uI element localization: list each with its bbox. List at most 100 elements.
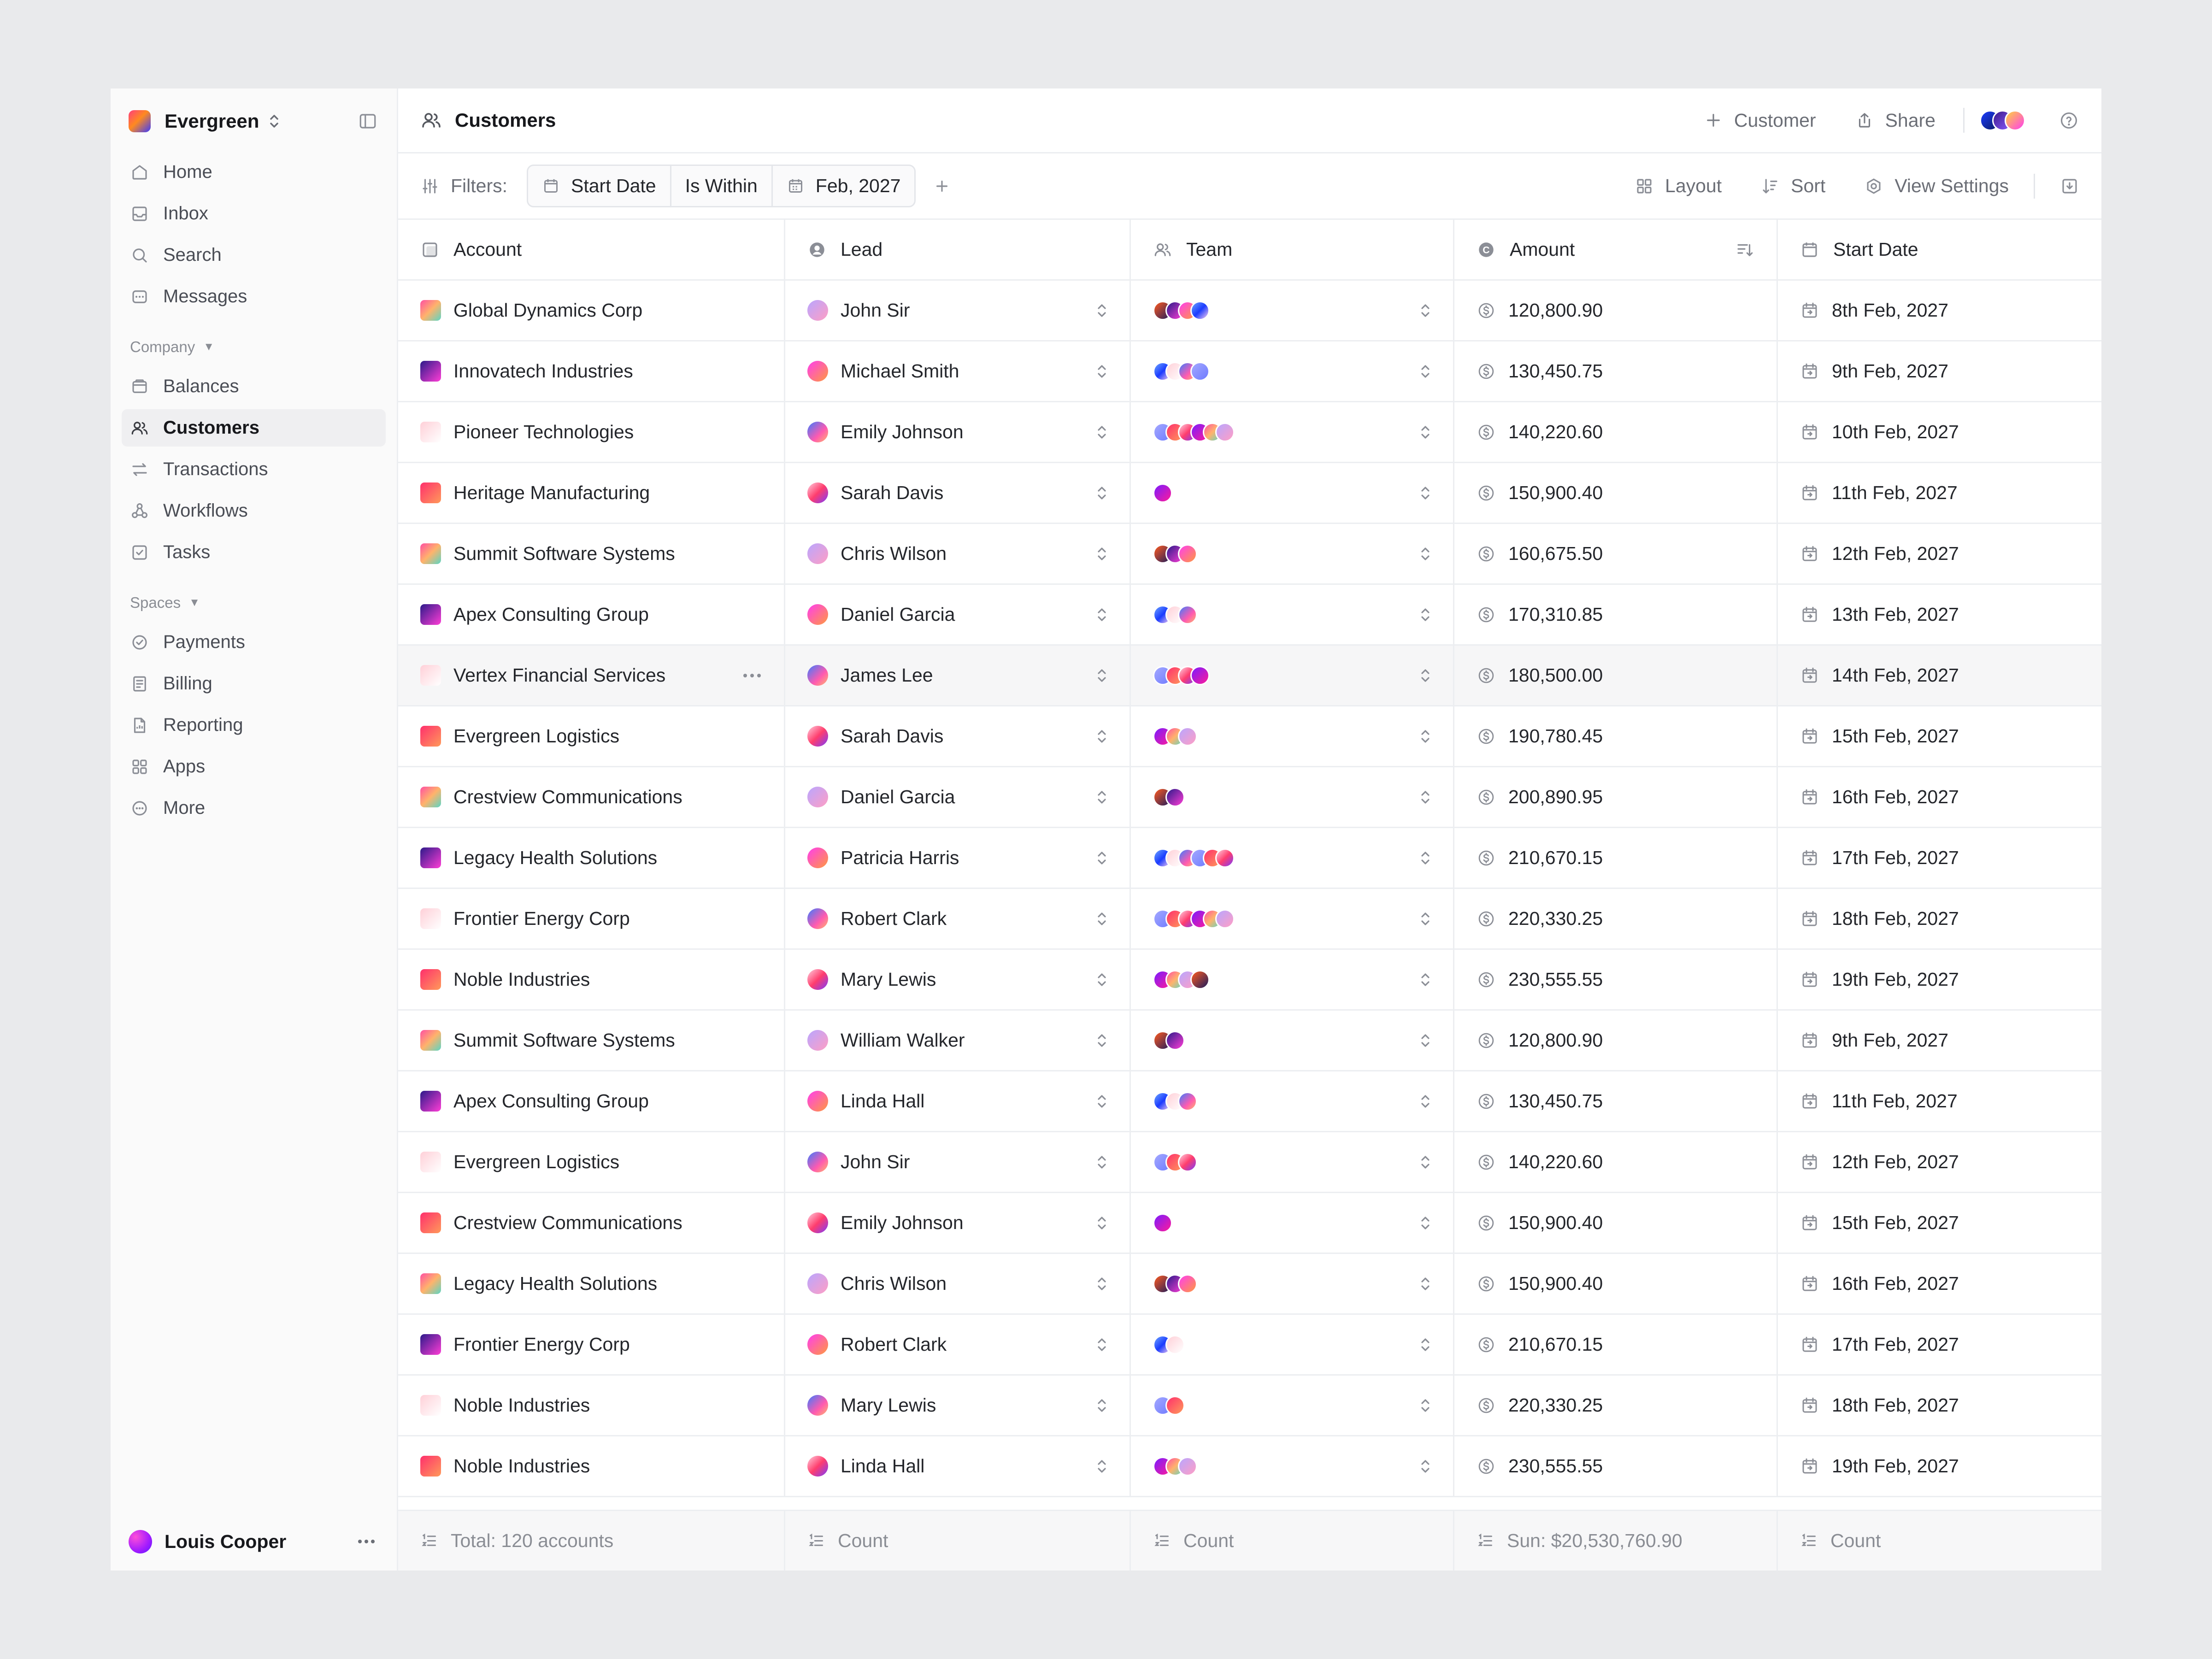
chevron-updown-icon[interactable] [1095, 1153, 1109, 1172]
table-row[interactable]: Noble Industries Mary Lewis 230,555.55 1… [398, 950, 2101, 1011]
chevron-updown-icon[interactable] [1095, 605, 1109, 624]
table-row[interactable]: Summit Software Systems Chris Wilson 160… [398, 524, 2101, 585]
column-header-team[interactable]: Team [1131, 220, 1454, 279]
chevron-updown-icon[interactable] [1418, 1274, 1432, 1294]
sidebar-item-payments[interactable]: Payments [122, 624, 386, 661]
cell-account[interactable]: Legacy Health Solutions [398, 828, 785, 888]
cell-team[interactable] [1131, 1071, 1454, 1131]
cell-team[interactable] [1131, 1011, 1454, 1070]
table-row[interactable]: Heritage Manufacturing Sarah Davis 150,9… [398, 463, 2101, 524]
plus-icon[interactable] [932, 176, 952, 196]
cell-account[interactable]: Noble Industries [398, 950, 785, 1009]
table-row[interactable]: Frontier Energy Corp Robert Clark 210,67… [398, 1315, 2101, 1376]
chevron-updown-icon[interactable] [1418, 483, 1432, 503]
cell-lead[interactable]: James Lee [785, 646, 1131, 705]
cell-team[interactable] [1131, 463, 1454, 523]
cell-lead[interactable]: John Sir [785, 281, 1131, 340]
cell-team[interactable] [1131, 889, 1454, 948]
cell-lead[interactable]: Chris Wilson [785, 524, 1131, 583]
chevron-updown-icon[interactable] [1418, 605, 1432, 624]
cell-account[interactable]: Frontier Energy Corp [398, 1315, 785, 1374]
cell-lead[interactable]: Mary Lewis [785, 1376, 1131, 1435]
more-horizontal-icon[interactable] [355, 1532, 377, 1551]
cell-account[interactable]: Noble Industries [398, 1436, 785, 1496]
cell-account[interactable]: Crestview Communications [398, 767, 785, 827]
table-row[interactable]: Global Dynamics Corp John Sir 120,800.90… [398, 281, 2101, 341]
chevron-updown-icon[interactable] [1418, 970, 1432, 989]
cell-team[interactable] [1131, 1315, 1454, 1374]
share-button[interactable]: Share [1855, 110, 1936, 131]
cell-account[interactable]: Vertex Financial Services [398, 646, 785, 705]
table-row[interactable]: Frontier Energy Corp Robert Clark 220,33… [398, 889, 2101, 950]
cell-team[interactable] [1131, 1376, 1454, 1435]
chevron-updown-icon[interactable] [1095, 848, 1109, 868]
cell-team[interactable] [1131, 828, 1454, 888]
cell-team[interactable] [1131, 585, 1454, 644]
cell-team[interactable] [1131, 281, 1454, 340]
add-customer-button[interactable]: Customer [1704, 110, 1816, 131]
chevron-updown-icon[interactable] [1095, 1031, 1109, 1050]
filter-field[interactable]: Start Date [528, 166, 670, 206]
chevron-updown-icon[interactable] [1095, 1213, 1109, 1233]
cell-lead[interactable]: Patricia Harris [785, 828, 1131, 888]
table-row[interactable]: Noble Industries Linda Hall 230,555.55 1… [398, 1436, 2101, 1497]
table-row[interactable]: Crestview Communications Emily Johnson 1… [398, 1193, 2101, 1254]
cell-team[interactable] [1131, 767, 1454, 827]
sidebar-item-billing[interactable]: Billing [122, 665, 386, 702]
sidebar-item-customers[interactable]: Customers [122, 409, 386, 447]
table-row[interactable]: Innovatech Industries Michael Smith 130,… [398, 341, 2101, 402]
cell-account[interactable]: Apex Consulting Group [398, 585, 785, 644]
column-header-amount[interactable]: C Amount [1454, 220, 1778, 279]
chevron-updown-icon[interactable] [1418, 544, 1432, 564]
cell-account[interactable]: Apex Consulting Group [398, 1071, 785, 1131]
chevron-updown-icon[interactable] [1095, 970, 1109, 989]
chevron-updown-icon[interactable] [1095, 301, 1109, 320]
cell-account[interactable]: Crestview Communications [398, 1193, 785, 1253]
chevron-updown-icon[interactable] [1418, 1092, 1432, 1111]
cell-lead[interactable]: Michael Smith [785, 341, 1131, 401]
chevron-updown-icon[interactable] [1095, 1092, 1109, 1111]
cell-lead[interactable]: Chris Wilson [785, 1254, 1131, 1313]
help-icon[interactable] [2059, 110, 2079, 131]
cell-account[interactable]: Legacy Health Solutions [398, 1254, 785, 1313]
cell-team[interactable] [1131, 524, 1454, 583]
table-row[interactable]: Apex Consulting Group Daniel Garcia 170,… [398, 585, 2101, 646]
cell-lead[interactable]: William Walker [785, 1011, 1131, 1070]
sidebar-item-inbox[interactable]: Inbox [122, 195, 386, 232]
table-row[interactable]: Vertex Financial Services James Lee 180,… [398, 646, 2101, 706]
chevron-updown-icon[interactable] [1095, 1274, 1109, 1294]
table-row[interactable]: Crestview Communications Daniel Garcia 2… [398, 767, 2101, 828]
sort-button[interactable]: Sort [1760, 175, 1825, 197]
cell-lead[interactable]: Daniel Garcia [785, 767, 1131, 827]
cell-team[interactable] [1131, 1254, 1454, 1313]
download-icon[interactable] [2060, 176, 2079, 196]
cell-account[interactable]: Heritage Manufacturing [398, 463, 785, 523]
column-header-start-date[interactable]: Start Date [1778, 220, 2101, 279]
sidebar-item-transactions[interactable]: Transactions [122, 451, 386, 488]
cell-account[interactable]: Innovatech Industries [398, 341, 785, 401]
chevron-updown-icon[interactable] [1418, 909, 1432, 929]
sidebar-item-tasks[interactable]: Tasks [122, 534, 386, 571]
footer-date-summary[interactable]: Count [1778, 1511, 2101, 1571]
cell-lead[interactable]: Emily Johnson [785, 1193, 1131, 1253]
chevron-updown-icon[interactable] [1095, 544, 1109, 564]
user-profile[interactable]: Louis Cooper [111, 1512, 397, 1571]
chevron-updown-icon[interactable] [1418, 727, 1432, 746]
chevron-updown-icon[interactable] [1095, 788, 1109, 807]
column-header-account[interactable]: Account [398, 220, 785, 279]
footer-team-summary[interactable]: Count [1131, 1511, 1454, 1571]
cell-account[interactable]: Summit Software Systems [398, 524, 785, 583]
cell-lead[interactable]: Sarah Davis [785, 463, 1131, 523]
chevron-updown-icon[interactable] [1095, 1335, 1109, 1354]
chevron-updown-icon[interactable] [1418, 1031, 1432, 1050]
table-row[interactable]: Noble Industries Mary Lewis 220,330.25 1… [398, 1376, 2101, 1436]
cell-lead[interactable]: Linda Hall [785, 1436, 1131, 1496]
cell-lead[interactable]: Linda Hall [785, 1071, 1131, 1131]
cell-lead[interactable]: Robert Clark [785, 1315, 1131, 1374]
cell-team[interactable] [1131, 402, 1454, 462]
chevron-updown-icon[interactable] [1095, 423, 1109, 442]
chevron-updown-icon[interactable] [1418, 1153, 1432, 1172]
chevron-updown-icon[interactable] [1418, 1396, 1432, 1415]
cell-account[interactable]: Summit Software Systems [398, 1011, 785, 1070]
sort-descending-icon[interactable] [1735, 240, 1754, 259]
